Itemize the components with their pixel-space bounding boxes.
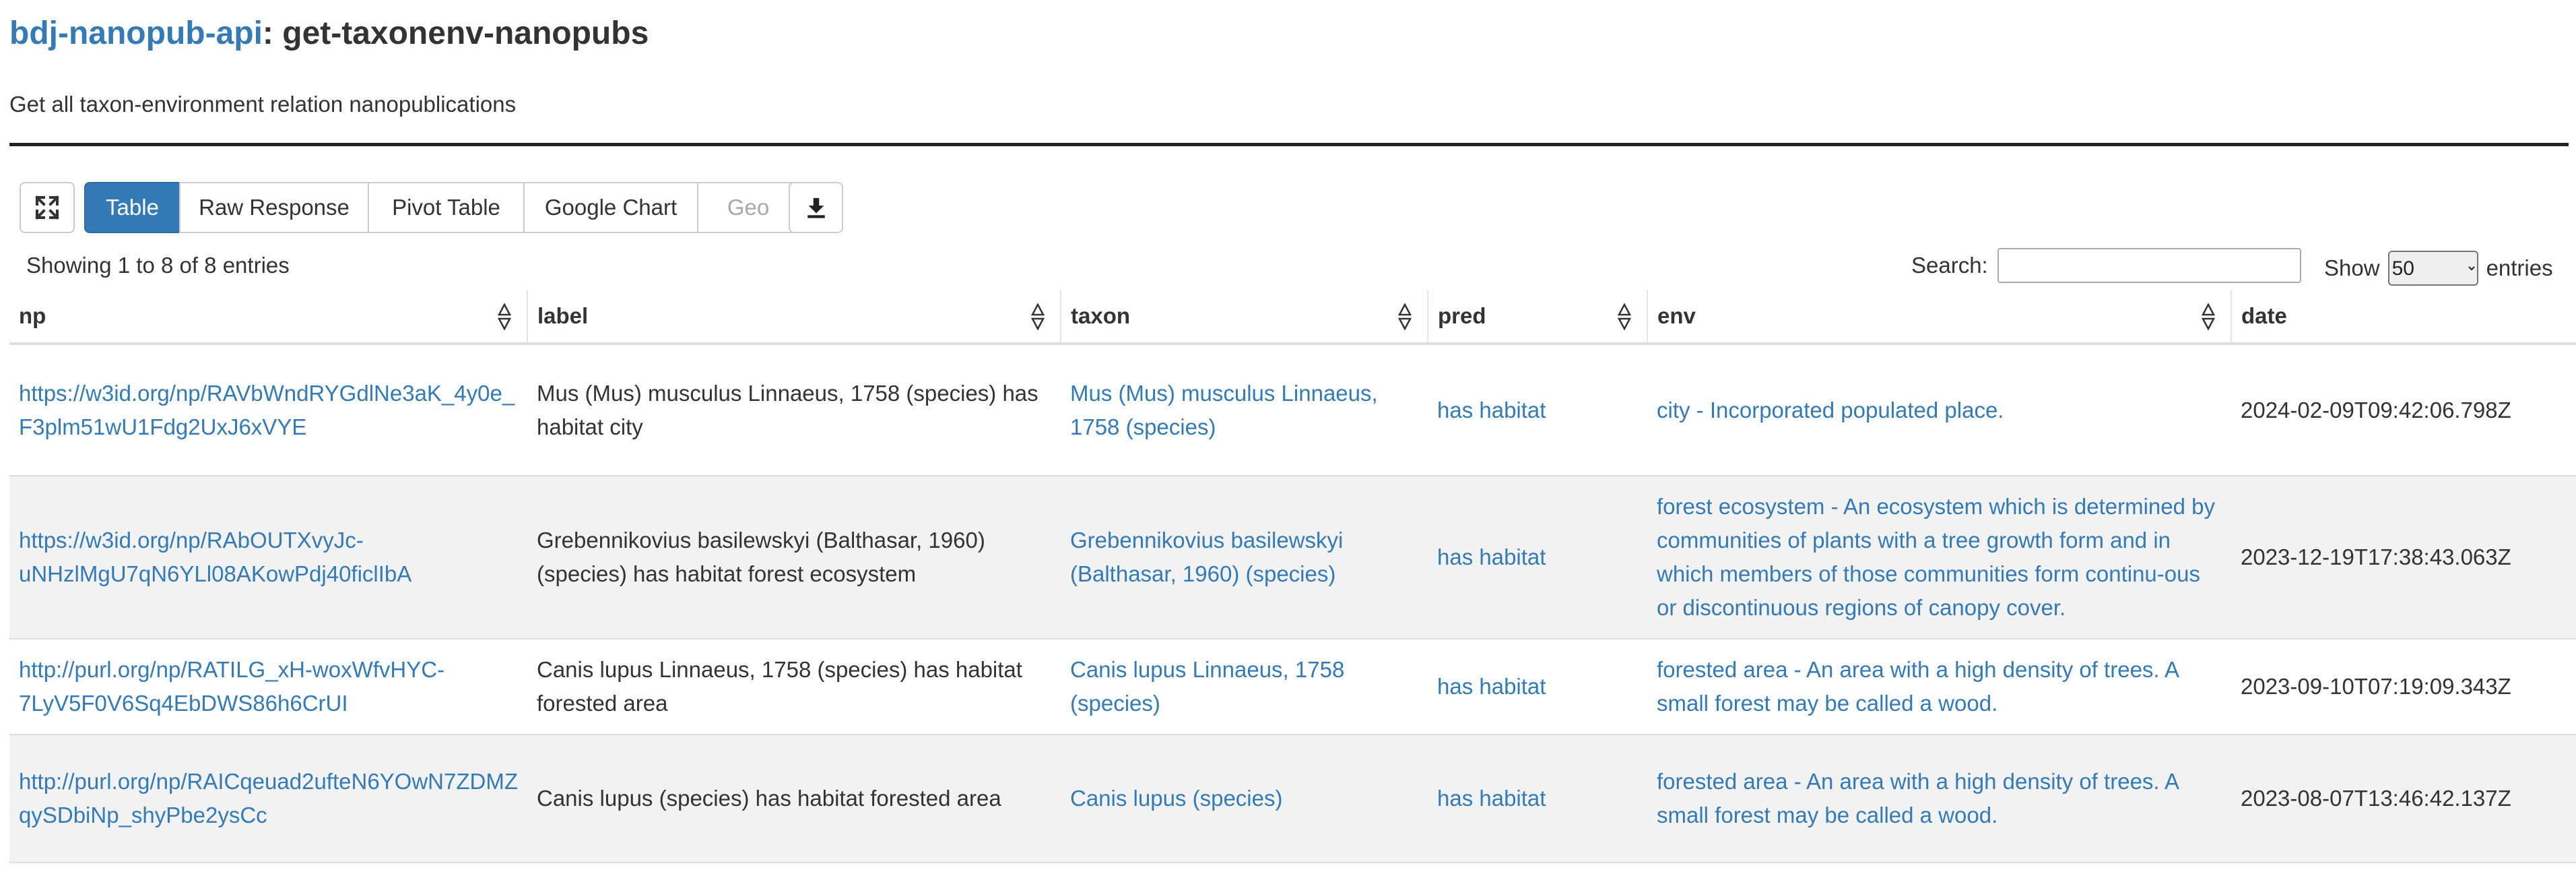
divider <box>9 143 2569 146</box>
np-link[interactable]: http://purl.org/np/RATILG_xH-woxWfvHYC-7… <box>19 657 444 716</box>
tab-google-chart[interactable]: Google Chart <box>523 182 698 233</box>
column-header-label: label <box>537 303 589 328</box>
cell-env: forested area - An area with a high dens… <box>1647 639 2231 735</box>
taxon-link[interactable]: Mus (Mus) musculus Linnaeus, 1758 (speci… <box>1070 381 1378 439</box>
table-row: https://w3id.org/np/RAVbWndRYGdlNe3aK_4y… <box>9 344 2576 476</box>
result-view-tabs: Table Raw Response Pivot Table Google Ch… <box>84 182 799 233</box>
cell-pred: has habitat <box>1428 476 1647 639</box>
np-link[interactable]: https://w3id.org/np/RAVbWndRYGdlNe3aK_4y… <box>19 381 515 439</box>
cell-np: https://w3id.org/np/RAVbWndRYGdlNe3aK_4y… <box>9 344 527 476</box>
cell-pred: has habitat <box>1428 734 1647 863</box>
cell-np: https://w3id.org/np/RAbOUTXvyJc-uNHzlMgU… <box>9 476 527 639</box>
cell-env: forest ecosystem - An ecosystem which is… <box>1647 476 2231 639</box>
cell-taxon: Mus (Mus) musculus Linnaeus, 1758 (speci… <box>1061 344 1428 476</box>
pred-link[interactable]: has habitat <box>1437 786 1546 811</box>
title-separator: : <box>262 15 283 51</box>
np-link[interactable]: http://purl.org/np/RAICqeuad2ufteN6YOwN7… <box>19 769 518 827</box>
cell-env: forested area - An area with a high dens… <box>1647 734 2231 863</box>
download-button[interactable] <box>789 182 843 233</box>
column-header-pred[interactable]: pred <box>1427 290 1647 345</box>
fullscreen-button[interactable] <box>20 182 75 233</box>
sort-icon <box>1030 303 1045 330</box>
column-header-np[interactable]: np <box>9 290 527 345</box>
column-header-label: np <box>19 303 46 328</box>
column-header-label: date <box>2241 303 2287 328</box>
download-icon <box>807 197 825 218</box>
table-row: https://w3id.org/np/RAbOUTXvyJc-uNHzlMgU… <box>9 476 2576 639</box>
env-link[interactable]: forested area - An area with a high dens… <box>1657 657 2178 716</box>
page-length-select[interactable]: 50 <box>2387 251 2478 286</box>
column-header-date[interactable]: date <box>2231 290 2576 345</box>
table-info: Showing 1 to 8 of 8 entries <box>26 253 290 278</box>
table-search: Search: <box>1911 248 2301 283</box>
sort-icon <box>1397 303 1412 330</box>
sort-icon <box>2201 303 2216 330</box>
cell-date: 2023-08-07T13:46:42.137Z <box>2231 734 2576 863</box>
pred-link[interactable]: has habitat <box>1437 674 1546 699</box>
query-result-page: bdj-nanopub-api: get-taxonenv-nanopubs G… <box>0 0 2576 876</box>
env-link[interactable]: forested area - An area with a high dens… <box>1657 769 2178 827</box>
entries-label: entries <box>2486 255 2553 280</box>
search-label: Search: <box>1911 253 1988 278</box>
tab-table[interactable]: Table <box>84 182 180 233</box>
cell-env: city - Incorporated populated place. <box>1647 344 2231 476</box>
taxon-link[interactable]: Grebennikovius basilewskyi (Balthasar, 1… <box>1070 528 1343 586</box>
cell-np: http://purl.org/np/RAICqeuad2ufteN6YOwN7… <box>9 734 527 863</box>
cell-taxon: Canis lupus (species) <box>1061 734 1428 863</box>
cell-label: Mus (Mus) musculus Linnaeus, 1758 (speci… <box>527 344 1061 476</box>
sort-icon <box>1617 303 1632 330</box>
show-label: Show <box>2324 255 2380 280</box>
tab-raw-response[interactable]: Raw Response <box>179 182 369 233</box>
api-link[interactable]: bdj-nanopub-api <box>9 15 263 51</box>
cell-label: Canis lupus (species) has habitat forest… <box>527 734 1061 863</box>
taxon-link[interactable]: Canis lupus Linnaeus, 1758 (species) <box>1070 657 1344 716</box>
cell-label: Canis lupus Linnaeus, 1758 (species) has… <box>527 639 1061 735</box>
np-link[interactable]: https://w3id.org/np/RAbOUTXvyJc-uNHzlMgU… <box>19 528 411 586</box>
query-description: Get all taxon-environment relation nanop… <box>9 92 517 117</box>
env-link[interactable]: city - Incorporated populated place. <box>1657 398 2004 423</box>
cell-pred: has habitat <box>1428 639 1647 735</box>
column-header-label[interactable]: label <box>527 290 1061 345</box>
cell-taxon: Grebennikovius basilewskyi (Balthasar, 1… <box>1061 476 1428 639</box>
env-link[interactable]: forest ecosystem - An ecosystem which is… <box>1657 494 2215 620</box>
sort-icon <box>497 303 512 330</box>
table-header-row: np label taxon pred env date <box>9 290 2576 345</box>
cell-date: 2023-12-19T17:38:43.063Z <box>2231 476 2576 639</box>
cell-np: http://purl.org/np/RATILG_xH-woxWfvHYC-7… <box>9 639 527 735</box>
cell-date: 2023-09-10T07:19:09.343Z <box>2231 639 2576 735</box>
search-input[interactable] <box>1997 248 2301 283</box>
column-header-label: pred <box>1438 303 1486 328</box>
cell-label: Grebennikovius basilewskyi (Balthasar, 1… <box>527 476 1061 639</box>
cell-taxon: Canis lupus Linnaeus, 1758 (species) <box>1061 639 1428 735</box>
tab-pivot-table[interactable]: Pivot Table <box>368 182 525 233</box>
taxon-link[interactable]: Canis lupus (species) <box>1070 786 1282 811</box>
column-header-label: taxon <box>1071 303 1131 328</box>
results-table: np label taxon pred env date https://w3i… <box>9 290 2576 863</box>
table-row: http://purl.org/np/RATILG_xH-woxWfvHYC-7… <box>9 639 2576 735</box>
column-header-label: env <box>1657 303 1696 328</box>
cell-pred: has habitat <box>1428 344 1647 476</box>
cell-date: 2024-02-09T09:42:06.798Z <box>2231 344 2576 476</box>
table-row: http://purl.org/np/RAICqeuad2ufteN6YOwN7… <box>9 734 2576 863</box>
expand-icon <box>35 195 59 220</box>
pred-link[interactable]: has habitat <box>1437 398 1546 423</box>
column-header-taxon[interactable]: taxon <box>1060 290 1428 345</box>
pred-link[interactable]: has habitat <box>1437 544 1546 569</box>
column-header-env[interactable]: env <box>1647 290 2231 345</box>
page-title: bdj-nanopub-api: get-taxonenv-nanopubs <box>9 9 649 58</box>
query-name: get-taxonenv-nanopubs <box>282 15 649 51</box>
page-length-control: Show 50 entries <box>2324 251 2553 286</box>
tab-geo: Geo <box>697 182 799 233</box>
